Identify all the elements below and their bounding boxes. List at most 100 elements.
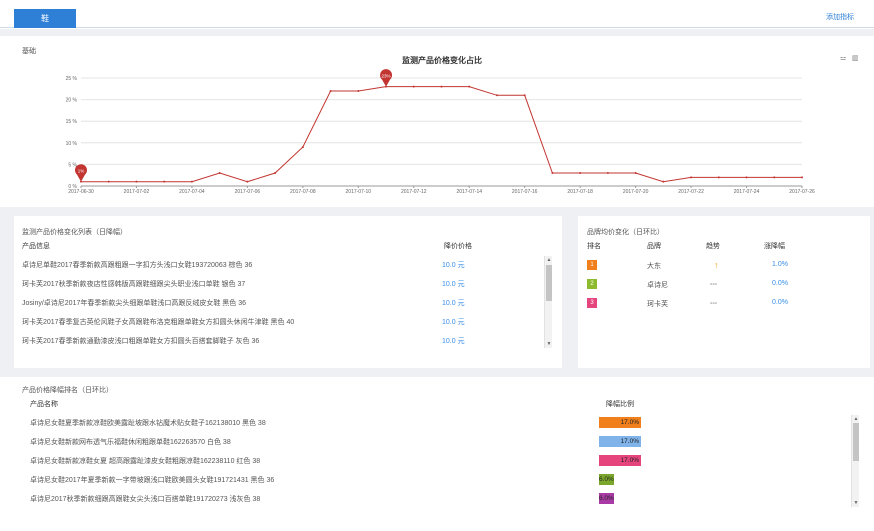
x-tick-label: 2017-07-22 [678,189,704,195]
data-point[interactable] [717,176,720,179]
data-point[interactable] [468,85,471,88]
drop-row-product[interactable]: 卓诗尼女鞋新款凉鞋女夏 超高跟露趾漆皮女鞋粗跟凉鞋162238110 红色 38 [30,456,260,466]
scroll-thumb[interactable] [853,423,859,461]
y-tick-label: 25 % [66,76,78,82]
col-rank: 排名 [587,243,601,250]
price-row-product[interactable]: 珂卡芙2017秋季新款夜店性感韩版高跟鞋细跟尖头职业浅口单鞋 银色 37 [22,279,245,289]
price-row-product[interactable]: 珂卡芙2017春季新款通勤漆皮浅口粗跟单鞋女方扣圆头百搭套脚鞋子 灰色 36 [22,336,259,346]
col-drop-price: 降价价格 [444,243,472,250]
data-point[interactable] [551,172,554,175]
scroll-down-icon[interactable]: ▼ [545,341,553,347]
price-row-product[interactable]: 卓诗尼单鞋2017春季新款高跟粗跟一字扣方头浅口女鞋193720063 棕色 3… [22,260,252,270]
drop-ratio-bar: 17.0% [599,455,641,466]
drop-ratio-bar: 6.0% [599,493,614,504]
x-tick-label: 2017-07-02 [124,189,150,195]
data-point[interactable] [107,180,110,183]
brand-panel-title: 品牌均价变化（日环比） [587,229,664,236]
y-tick-label: 20 % [66,98,78,104]
drop-ratio-bar: 17.0% [599,436,641,447]
rank-badge: 2 [587,279,597,289]
x-tick-label: 2017-07-10 [346,189,372,195]
brand-name: 大东 [647,263,661,270]
data-point[interactable] [246,180,249,183]
data-point[interactable] [523,94,526,97]
data-point[interactable] [745,176,748,179]
brand-price-panel: 品牌均价变化（日环比） 排名 品牌 趋势 涨降幅 1 大东 ↑ 1.0% 2 卓诗… [578,216,870,368]
data-point[interactable] [579,172,582,175]
data-point[interactable] [773,176,776,179]
col-trend: 趋势 [706,243,720,250]
price-list-title: 监测产品价格变化列表（日降幅） [22,229,127,236]
data-point[interactable] [801,176,803,179]
data-point[interactable] [412,85,415,88]
scroll-up-icon[interactable]: ▲ [852,416,860,422]
data-point[interactable] [218,172,221,175]
scroll-down-icon[interactable]: ▼ [852,500,860,506]
drop-row-product[interactable]: 卓诗尼女鞋新款网布透气乐福鞋休闲粗跟单鞋162263570 白色 38 [30,437,231,447]
series-line [81,86,802,183]
price-list-scrollbar[interactable]: ▲ ▼ [544,256,552,348]
drop-row-product[interactable]: 卓诗尼女鞋夏季新款凉鞋欧美露趾坡跟水钻魔术贴女鞋子162138010 黑色 38 [30,418,266,428]
data-point[interactable] [690,176,693,179]
y-tick-label: 10 % [66,141,78,147]
x-tick-label: 2017-07-14 [456,189,482,195]
data-point[interactable] [329,89,332,92]
x-tick-label: 2017-07-04 [179,189,205,195]
data-point[interactable] [274,172,277,175]
price-row-value: 10.0 元 [442,262,465,269]
price-row-product[interactable]: Josiny/卓诗尼2017年春季新款尖头细跟单鞋浅口高跟反绒皮女鞋 黑色 36 [22,298,246,308]
x-tick-label: 2017-07-06 [235,189,261,195]
data-point[interactable] [606,172,609,175]
price-row-value: 10.0 元 [442,300,465,307]
marker-label: 23% [382,74,391,79]
col-product-name: 产品名称 [30,401,58,408]
price-row-value: 10.0 元 [442,338,465,345]
scroll-up-icon[interactable]: ▲ [545,257,553,263]
data-point[interactable] [495,94,498,97]
marker-label: 1% [78,169,85,174]
data-point[interactable] [634,172,637,175]
x-tick-label: 2017-07-20 [623,189,649,195]
data-point[interactable] [190,180,193,183]
data-point[interactable] [662,180,665,183]
rank-badge: 1 [587,260,597,270]
drop-list-scrollbar[interactable]: ▲ ▼ [851,415,859,507]
chart-title: 监测产品价格变化占比 [402,55,482,65]
data-point[interactable] [301,146,304,149]
brand-name: 珂卡芙 [647,301,668,308]
brand-change: 1.0% [772,261,788,268]
drop-ratio-bar: 17.0% [599,417,641,428]
x-tick-label: 2017-07-12 [401,189,427,195]
data-marker[interactable]: 23% [380,69,393,87]
brand-change: 0.0% [772,299,788,306]
price-change-chart: 监测产品价格变化占比 0 %5 %10 %15 %20 %25 % 2017-0… [66,55,815,195]
trend-flat-icon: --- [710,281,717,288]
drop-row-product[interactable]: 卓诗尼女鞋2017年夏季新款一字带坡跟浅口鞋欧美圆头女鞋191721431 黑色… [30,475,274,485]
scroll-thumb[interactable] [546,265,552,301]
trend-flat-icon: --- [710,300,717,307]
brand-name: 卓诗尼 [647,282,668,289]
x-tick-label: 2017-07-16 [512,189,538,195]
x-tick-label: 2017-07-18 [567,189,593,195]
y-tick-label: 15 % [66,119,78,125]
data-point[interactable] [135,180,138,183]
col-product-info: 产品信息 [22,243,50,250]
price-list-panel: 监测产品价格变化列表（日降幅） 产品信息 降价价格 卓诗尼单鞋2017春季新款高… [14,216,562,368]
trend-up-icon: ↑ [714,260,719,270]
rank-badge: 3 [587,298,597,308]
price-row-product[interactable]: 珂卡芙2017春季复古英伦风鞋子女高跟鞋布洛克粗跟单鞋女方扣圆头休闲牛津鞋 黑色… [22,317,294,327]
x-tick-label: 2017-06-30 [68,189,94,195]
col-drop-ratio: 降幅比例 [606,401,634,408]
drop-ranking-panel: 产品价格降幅排名（日环比） 产品名称 降幅比例 卓诗尼女鞋夏季新款凉鞋欧美露趾坡… [14,377,870,531]
price-row-value: 10.0 元 [442,281,465,288]
x-tick-label: 2017-07-24 [734,189,760,195]
col-change: 涨降幅 [764,243,785,250]
data-point[interactable] [163,180,166,183]
data-marker[interactable]: 1% [75,164,87,182]
x-tick-label: 2017-07-26 [789,189,815,195]
col-brand: 品牌 [647,243,661,250]
data-point[interactable] [357,89,360,92]
brand-change: 0.0% [772,280,788,287]
data-point[interactable] [440,85,443,88]
drop-row-product[interactable]: 卓诗尼2017秋季新款细跟高跟鞋女尖头浅口百搭单鞋191720273 浅灰色 3… [30,494,260,504]
